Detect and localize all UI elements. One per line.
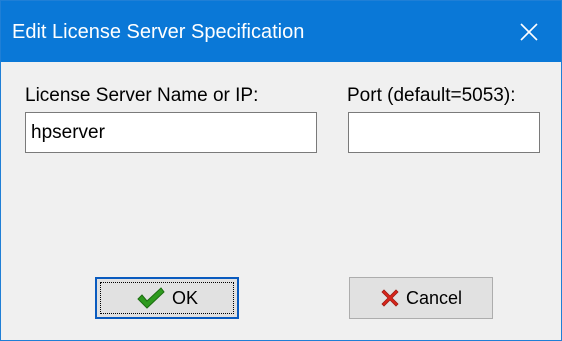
focus-ring: [100, 282, 234, 314]
cancel-button-label: Cancel: [405, 287, 463, 308]
red-x-icon: [380, 288, 400, 308]
dialog-title: Edit License Server Specification: [12, 21, 305, 43]
ok-button-label: OK: [171, 287, 198, 308]
close-button[interactable]: [507, 13, 551, 51]
server-name-input[interactable]: [25, 112, 317, 153]
title-bar[interactable]: Edit License Server Specification: [1, 1, 561, 62]
cancel-button[interactable]: Cancel: [349, 277, 493, 319]
close-icon: [519, 22, 539, 42]
dialog-window: Edit License Server Specification Licens…: [0, 0, 562, 341]
dialog-body: License Server Name or IP: Port (default…: [1, 62, 561, 340]
server-name-label: License Server Name or IP:: [25, 85, 259, 106]
port-input[interactable]: [348, 112, 540, 153]
port-label: Port (default=5053):: [347, 85, 516, 106]
ok-button[interactable]: OK: [95, 277, 239, 319]
checkmark-icon: [136, 286, 166, 310]
